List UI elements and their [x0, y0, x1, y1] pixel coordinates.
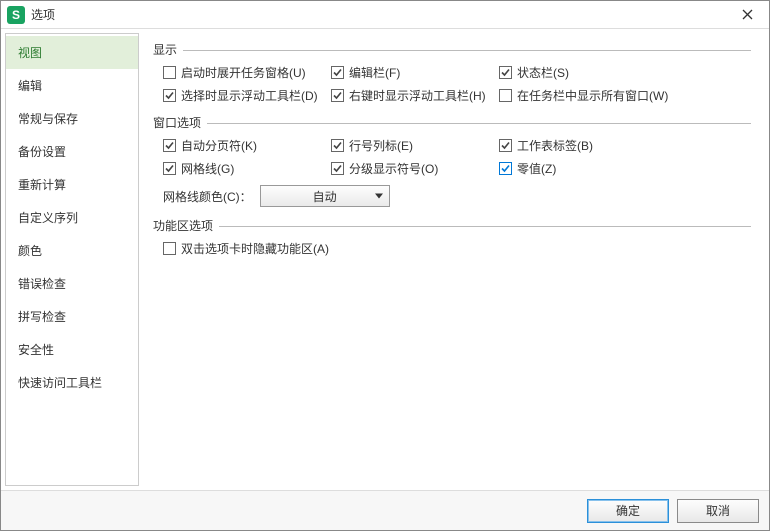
group-divider: [183, 50, 751, 51]
checkbox-label: 编辑栏(F): [349, 64, 400, 81]
checkbox-row: 分级显示符号(O): [331, 160, 499, 177]
checkbox[interactable]: [331, 89, 344, 102]
checkbox-row: 自动分页符(K): [163, 137, 331, 154]
checkbox[interactable]: [163, 89, 176, 102]
sidebar-item[interactable]: 错误检查: [6, 267, 138, 300]
gridcolor-value: 自动: [261, 188, 389, 205]
group-window: 窗口选项 自动分页符(K) 行号列标(E) 工作表标签(B) 网格线(G) 分级显示符号…: [153, 114, 751, 207]
checkbox-label: 右键时显示浮动工具栏(H): [349, 87, 486, 104]
group-ribbon: 功能区选项 双击选项卡时隐藏功能区(A): [153, 217, 751, 257]
group-divider: [219, 226, 751, 227]
checkbox[interactable]: [499, 66, 512, 79]
checkbox[interactable]: [331, 139, 344, 152]
checkbox-row: 状态栏(S): [499, 64, 699, 81]
content-panel: 显示 启动时展开任务窗格(U) 编辑栏(F) 状态栏(S) 选择时显示浮动工具栏(D)…: [139, 33, 765, 486]
group-window-title: 窗口选项: [153, 114, 201, 131]
sidebar-item[interactable]: 快速访问工具栏: [6, 366, 138, 399]
window-title: 选项: [31, 6, 55, 23]
checkbox[interactable]: [331, 66, 344, 79]
sidebar-item[interactable]: 拼写检查: [6, 300, 138, 333]
sidebar-item[interactable]: 颜色: [6, 234, 138, 267]
checkbox-row: 在任务栏中显示所有窗口(W): [499, 87, 699, 104]
checkbox-label: 分级显示符号(O): [349, 160, 438, 177]
sidebar-item[interactable]: 常规与保存: [6, 102, 138, 135]
gridcolor-dropdown[interactable]: 自动: [260, 185, 390, 207]
checkbox-label: 工作表标签(B): [517, 137, 593, 154]
sidebar-item[interactable]: 自定义序列: [6, 201, 138, 234]
checkbox-row: 行号列标(E): [331, 137, 499, 154]
group-display: 显示 启动时展开任务窗格(U) 编辑栏(F) 状态栏(S) 选择时显示浮动工具栏(D)…: [153, 41, 751, 104]
checkbox-label: 启动时展开任务窗格(U): [181, 64, 306, 81]
group-display-title: 显示: [153, 41, 177, 58]
cancel-button[interactable]: 取消: [677, 499, 759, 523]
checkbox[interactable]: [331, 162, 344, 175]
checkbox-row: 工作表标签(B): [499, 137, 699, 154]
checkbox[interactable]: [163, 66, 176, 79]
checkbox[interactable]: [499, 139, 512, 152]
close-icon: [742, 9, 753, 20]
dialog-body: 视图编辑常规与保存备份设置重新计算自定义序列颜色错误检查拼写检查安全性快速访问工…: [1, 29, 769, 490]
sidebar-item[interactable]: 重新计算: [6, 168, 138, 201]
chevron-down-icon: [375, 194, 383, 199]
checkbox[interactable]: [163, 242, 176, 255]
options-dialog: S 选项 视图编辑常规与保存备份设置重新计算自定义序列颜色错误检查拼写检查安全性…: [0, 0, 770, 531]
close-button[interactable]: [731, 4, 763, 26]
sidebar-item[interactable]: 安全性: [6, 333, 138, 366]
sidebar-item[interactable]: 编辑: [6, 69, 138, 102]
checkbox-row: 选择时显示浮动工具栏(D): [163, 87, 331, 104]
checkbox-row: 启动时展开任务窗格(U): [163, 64, 331, 81]
dialog-footer: 确定 取消: [1, 490, 769, 530]
sidebar: 视图编辑常规与保存备份设置重新计算自定义序列颜色错误检查拼写检查安全性快速访问工…: [5, 33, 139, 486]
checkbox-row: 双击选项卡时隐藏功能区(A): [163, 240, 751, 257]
app-icon: S: [7, 6, 25, 24]
checkbox-label: 网格线(G): [181, 160, 234, 177]
titlebar: S 选项: [1, 1, 769, 29]
checkbox[interactable]: [163, 139, 176, 152]
checkbox-label: 自动分页符(K): [181, 137, 257, 154]
cancel-button-label: 取消: [706, 502, 730, 519]
checkbox-label: 状态栏(S): [517, 64, 569, 81]
checkbox[interactable]: [499, 89, 512, 102]
checkbox[interactable]: [499, 162, 512, 175]
group-ribbon-title: 功能区选项: [153, 217, 213, 234]
checkbox-label: 在任务栏中显示所有窗口(W): [517, 87, 668, 104]
checkbox-label: 行号列标(E): [349, 137, 413, 154]
checkbox-row: 网格线(G): [163, 160, 331, 177]
sidebar-item[interactable]: 备份设置: [6, 135, 138, 168]
checkbox-label: 零值(Z): [517, 160, 556, 177]
group-divider: [207, 123, 751, 124]
checkbox-label: 选择时显示浮动工具栏(D): [181, 87, 318, 104]
ok-button-label: 确定: [616, 502, 640, 519]
checkbox-row: 编辑栏(F): [331, 64, 499, 81]
gridcolor-label: 网格线颜色(C)：: [163, 188, 252, 205]
checkbox-row: 右键时显示浮动工具栏(H): [331, 87, 499, 104]
checkbox[interactable]: [163, 162, 176, 175]
sidebar-item[interactable]: 视图: [6, 36, 138, 69]
checkbox-row: 零值(Z): [499, 160, 699, 177]
ok-button[interactable]: 确定: [587, 499, 669, 523]
checkbox-label: 双击选项卡时隐藏功能区(A): [181, 240, 329, 257]
